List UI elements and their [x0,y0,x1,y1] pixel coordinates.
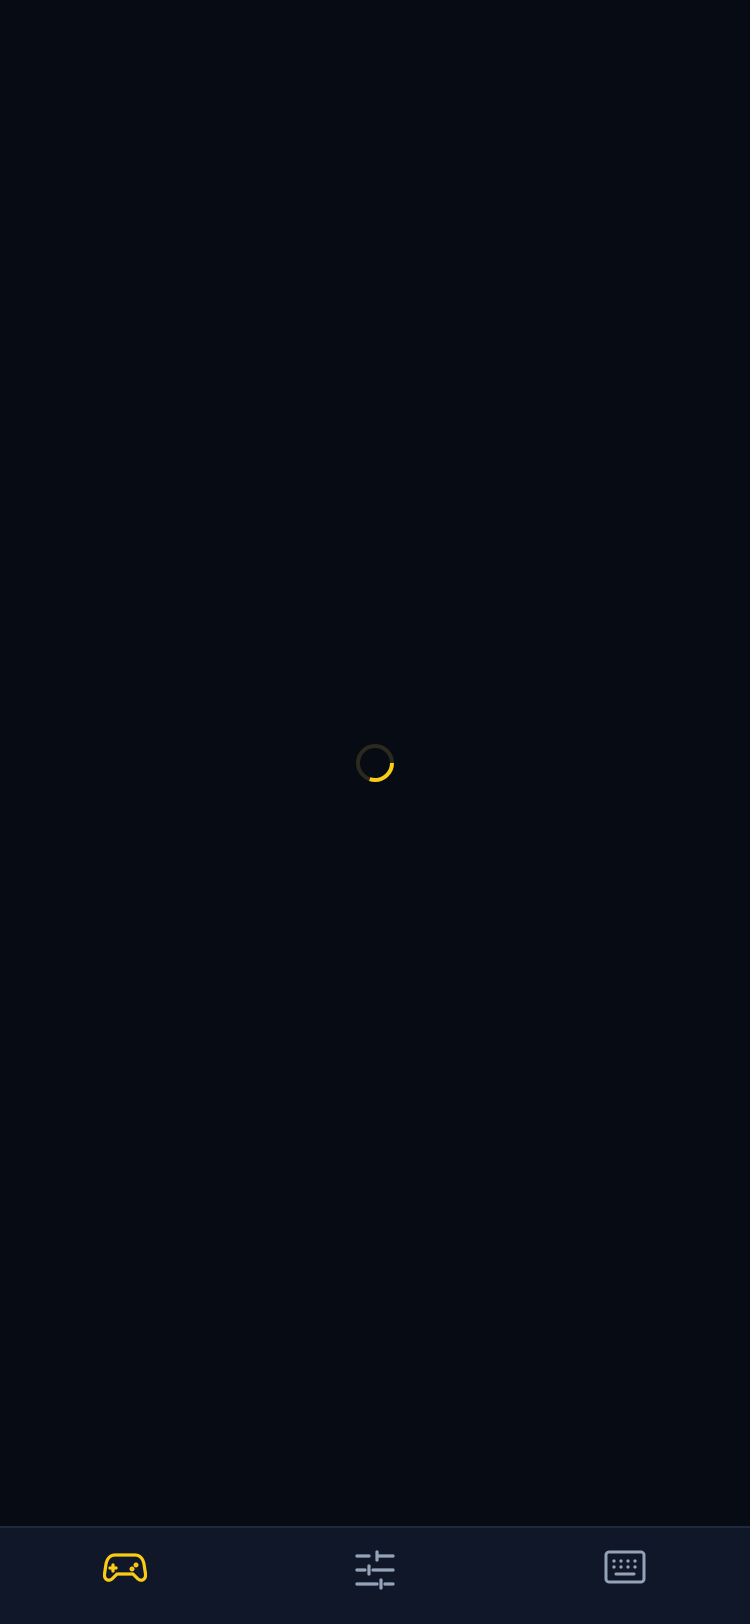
keyboard-icon [604,1550,646,1584]
tab-games[interactable] [0,1528,250,1624]
main-content [0,0,750,1526]
tab-settings[interactable] [250,1528,500,1624]
app-screen [0,0,750,1624]
tab-keyboard[interactable] [500,1528,750,1624]
sliders-icon [355,1550,395,1590]
gamepad-icon [103,1550,147,1586]
bottom-tab-bar [0,1526,750,1624]
loading-spinner [355,743,395,783]
